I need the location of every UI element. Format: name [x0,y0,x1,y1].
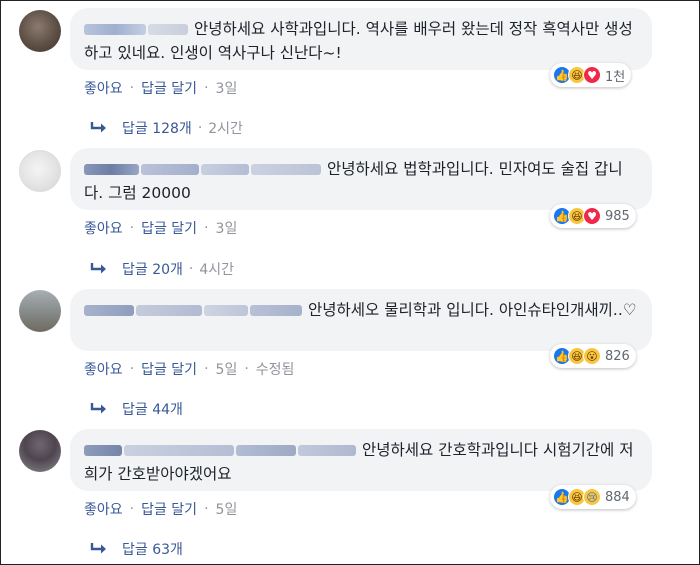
like-link[interactable]: 좋아요 [84,499,123,519]
reply-link[interactable]: 답글 달기 [141,218,197,238]
comment-bubble: 안녕하세오 물리학과 입니다. 아인슈타인개새끼..♡ [70,289,652,351]
separator: · [204,361,209,377]
replies-count-link[interactable]: 답글 20개 [122,259,183,279]
reply-arrow-icon [90,403,106,414]
reply-link[interactable]: 답글 달기 [141,78,197,98]
reaction-summary[interactable]: 👍 😆 ♥ 985 [550,204,636,228]
separator: · [129,220,135,236]
reaction-count: 826 [605,348,630,364]
author-name-blurred[interactable] [148,24,188,35]
author-name-blurred[interactable] [84,24,146,35]
separator: · [204,501,209,517]
like-link[interactable]: 좋아요 [84,359,123,379]
reaction-summary[interactable]: 👍 😆 😢 884 [550,485,636,509]
reaction-count: 884 [605,489,630,505]
author-name-blurred[interactable] [250,305,302,316]
view-replies[interactable]: 답글 128개 · 2시간 [90,118,243,138]
author-name-blurred[interactable] [84,164,139,175]
author-name-blurred[interactable] [236,445,296,456]
separator: · [188,261,194,277]
replies-timestamp: 4시간 [199,262,235,278]
reply-link[interactable]: 답글 달기 [141,499,197,519]
timestamp[interactable]: 3일 [216,218,238,238]
comment-bubble: 안녕하세요 법학과입니다. 민자여도 술집 갑니다. 그럼 20000 [70,148,652,210]
timestamp[interactable]: 5일 [216,359,238,379]
reply-arrow-icon [90,122,106,133]
avatar[interactable] [19,10,61,52]
reply-link[interactable]: 답글 달기 [141,359,197,379]
author-name-blurred[interactable] [84,305,134,316]
view-replies[interactable]: 답글 63개 [90,539,183,559]
reaction-summary[interactable]: 👍 😆 😮 826 [550,344,636,368]
author-name-blurred[interactable] [201,164,249,175]
like-link[interactable]: 좋아요 [84,78,123,98]
separator: · [244,361,249,377]
replies-count-link[interactable]: 답글 63개 [122,539,183,559]
replies-count-link[interactable]: 답글 44개 [122,399,183,419]
separator: · [197,120,203,136]
timestamp[interactable]: 5일 [216,499,238,519]
wow-reaction-icon: 😮 [583,347,601,365]
avatar[interactable] [19,290,61,332]
reply-arrow-icon [90,543,106,554]
author-name-blurred[interactable] [251,164,321,175]
comment-actions: 좋아요 · 답글 달기 · 5일 [84,499,237,519]
timestamp[interactable]: 3일 [216,78,238,98]
replies-count-link[interactable]: 답글 128개 [122,118,192,138]
reply-arrow-icon [90,263,106,274]
comment-actions: 좋아요 · 답글 달기 · 5일 · 수정됨 [84,359,294,379]
replies-timestamp: 2시간 [208,121,243,137]
separator: · [129,361,135,377]
separator: · [204,80,209,96]
comment-text: 안녕하세오 물리학과 입니다. 아인슈타인개새끼..♡ [308,301,637,319]
author-name-blurred[interactable] [204,305,248,316]
comment-actions: 좋아요 · 답글 달기 · 3일 [84,78,237,98]
view-replies[interactable]: 답글 44개 [90,399,183,419]
edited-label[interactable]: 수정됨 [256,359,295,379]
comment-bubble: 안녕하세요 간호학과입니다 시험기간에 저희가 간호받아야겠어요 [70,429,652,491]
comment-actions: 좋아요 · 답글 달기 · 3일 [84,218,237,238]
view-replies[interactable]: 답글 20개 · 4시간 [90,259,234,279]
separator: · [204,220,209,236]
avatar[interactable] [19,150,61,192]
love-reaction-icon: ♥ [583,207,601,225]
comment-bubble: 안녕하세요 사학과입니다. 역사를 배우러 왔는데 정작 흑역사만 생성하고 있… [70,8,652,70]
author-name-blurred[interactable] [141,164,199,175]
love-reaction-icon: ♥ [583,66,601,84]
author-name-blurred[interactable] [136,305,202,316]
sad-reaction-icon: 😢 [583,488,601,506]
reaction-summary[interactable]: 👍 😆 ♥ 1천 [550,63,632,87]
avatar[interactable] [19,430,61,472]
author-name-blurred[interactable] [298,445,356,456]
like-link[interactable]: 좋아요 [84,218,123,238]
separator: · [129,501,135,517]
separator: · [129,80,135,96]
reaction-count: 1천 [605,69,626,85]
reaction-count: 985 [605,208,630,224]
author-name-blurred[interactable] [84,445,122,456]
author-name-blurred[interactable] [124,445,234,456]
